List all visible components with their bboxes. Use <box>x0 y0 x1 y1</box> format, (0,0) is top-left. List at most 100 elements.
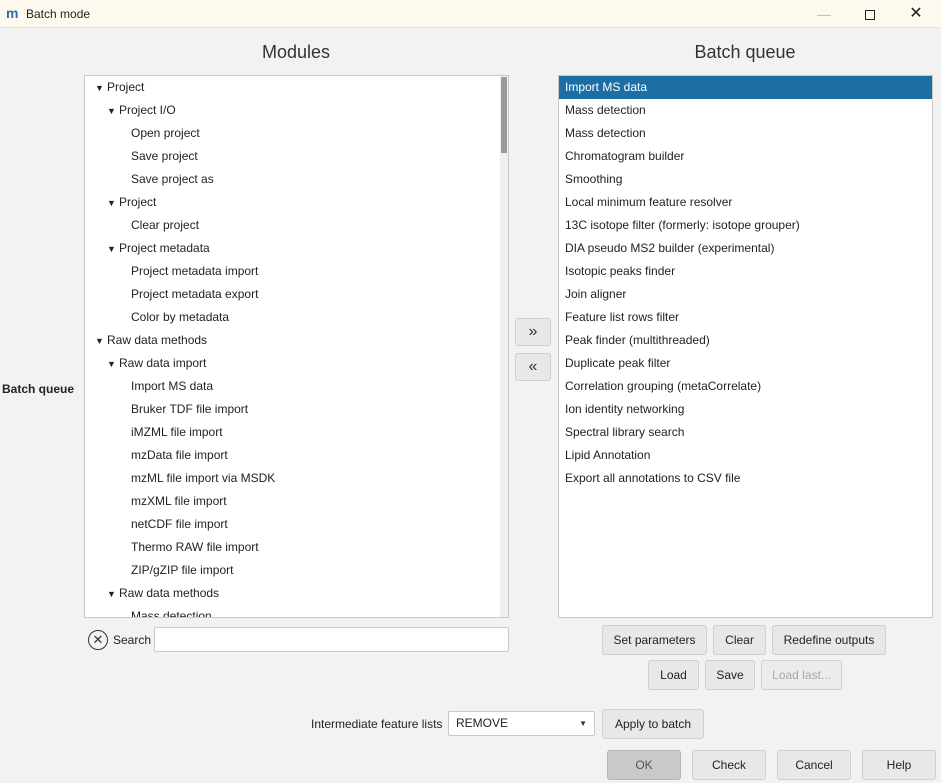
clear-search-icon[interactable]: ✕ <box>88 630 108 650</box>
queue-item[interactable]: Export all annotations to CSV file <box>559 467 932 490</box>
tree-item-label: Project <box>119 195 157 209</box>
queue-item[interactable]: Import MS data <box>559 76 932 99</box>
tree-item[interactable]: ▼ Project I/O <box>107 99 176 122</box>
expand-arrow-icon[interactable]: ▼ <box>95 330 107 353</box>
queue-item[interactable]: Peak finder (multithreaded) <box>559 329 932 352</box>
queue-item[interactable]: Duplicate peak filter <box>559 352 932 375</box>
minimize-button[interactable]: — <box>801 0 847 28</box>
redefine-outputs-button[interactable]: Redefine outputs <box>772 625 886 655</box>
modules-title: Modules <box>261 42 331 62</box>
modules-tree[interactable]: ▼ Project ▼ Project I/O Open project Save pro… <box>84 75 509 618</box>
tree-item-label: Project metadata export <box>131 287 259 301</box>
search-input[interactable] <box>154 627 509 652</box>
save-button[interactable]: Save <box>705 660 755 690</box>
tree-item-label: Raw data import <box>119 356 207 370</box>
queue-item[interactable]: DIA pseudo MS2 builder (experimental) <box>559 237 932 260</box>
load-last-button[interactable]: Load last... <box>761 660 842 690</box>
maximize-icon <box>865 10 875 21</box>
tree-item[interactable]: mzXML file import <box>131 490 227 513</box>
tree-item[interactable]: mzData file import <box>131 444 228 467</box>
tree-item[interactable]: Bruker TDF file import <box>131 398 248 421</box>
tree-item[interactable]: Save project <box>131 145 198 168</box>
queue-item[interactable]: 13C isotope filter (formerly: isotope gr… <box>559 214 932 237</box>
tree-item-label: mzML file import via MSDK <box>131 471 276 485</box>
tree-item[interactable]: ▼ Raw data import <box>107 352 206 375</box>
expand-arrow-icon[interactable]: ▼ <box>107 353 119 376</box>
intermediate-select-value: REMOVE <box>456 716 509 730</box>
batch-queue-list[interactable]: Import MS data Mass detection Mass detecti… <box>558 75 933 618</box>
tree-item-label: Save project <box>131 149 198 163</box>
tree-item-label: Project <box>107 80 145 94</box>
tree-item[interactable]: ▼ Raw data methods <box>107 582 219 605</box>
tree-item[interactable]: Project metadata export <box>131 283 258 306</box>
set-parameters-button[interactable]: Set parameters <box>602 625 707 655</box>
tree-item-label: Open project <box>131 126 200 140</box>
queue-item[interactable]: Local minimum feature resolver <box>559 191 932 214</box>
tree-item[interactable]: Thermo RAW file import <box>131 536 259 559</box>
queue-item[interactable]: Feature list rows filter <box>559 306 932 329</box>
tree-item[interactable]: ▼ Project metadata <box>107 237 210 260</box>
expand-arrow-icon[interactable]: ▼ <box>107 583 119 606</box>
tree-item[interactable]: Open project <box>131 122 200 145</box>
load-button[interactable]: Load <box>648 660 699 690</box>
ok-button[interactable]: OK <box>607 750 681 780</box>
tree-item[interactable]: Color by metadata <box>131 306 229 329</box>
clear-button[interactable]: Clear <box>713 625 766 655</box>
close-button[interactable]: ✕ <box>893 0 939 28</box>
tree-item-label: Bruker TDF file import <box>131 402 249 416</box>
tree-item[interactable]: ▼ Project <box>95 76 144 99</box>
tree-item-label: Project metadata import <box>131 264 259 278</box>
app-logo-icon: m <box>6 5 18 21</box>
tree-item-label: Color by metadata <box>131 310 230 324</box>
tree-item[interactable]: ▼ Raw data methods <box>95 329 207 352</box>
queue-item[interactable]: Chromatogram builder <box>559 145 932 168</box>
tree-item[interactable]: ZIP/gZIP file import <box>131 559 233 582</box>
dialog-button-bar: OK Check Cancel Help <box>0 745 941 783</box>
apply-to-batch-button[interactable]: Apply to batch <box>602 709 704 739</box>
intermediate-feature-lists-select[interactable]: REMOVE ▼ <box>448 711 595 736</box>
remove-from-queue-button[interactable]: « <box>515 353 551 381</box>
queue-item[interactable]: Lipid Annotation <box>559 444 932 467</box>
queue-item[interactable]: Join aligner <box>559 283 932 306</box>
tree-item[interactable]: Clear project <box>131 214 199 237</box>
tree-item-label: ZIP/gZIP file import <box>131 563 234 577</box>
batch-queue-side-label: Batch queue <box>2 382 75 396</box>
queue-item[interactable]: Mass detection <box>559 122 932 145</box>
expand-arrow-icon[interactable]: ▼ <box>107 100 119 123</box>
tree-scrollbar[interactable] <box>500 76 508 617</box>
queue-item[interactable]: Isotopic peaks finder <box>559 260 932 283</box>
tree-item-label: Raw data methods <box>107 333 208 347</box>
tree-item[interactable]: Project metadata import <box>131 260 258 283</box>
queue-item[interactable]: Correlation grouping (metaCorrelate) <box>559 375 932 398</box>
expand-arrow-icon[interactable]: ▼ <box>95 77 107 100</box>
tree-item[interactable]: ▼ Project <box>107 191 156 214</box>
tree-item-label: Save project as <box>131 172 214 186</box>
tree-scroll-thumb[interactable] <box>501 77 507 153</box>
expand-arrow-icon[interactable]: ▼ <box>107 192 119 215</box>
tree-item-label: Project metadata <box>119 241 210 255</box>
tree-item[interactable]: Mass detection <box>131 605 212 618</box>
queue-item[interactable]: Spectral library search <box>559 421 932 444</box>
expand-arrow-icon[interactable]: ▼ <box>107 238 119 261</box>
chevron-down-icon: ▼ <box>579 719 587 728</box>
tree-item[interactable]: netCDF file import <box>131 513 228 536</box>
tree-item-label: mzData file import <box>131 448 228 462</box>
tree-item-label: Mass detection <box>131 609 212 618</box>
check-button[interactable]: Check <box>692 750 766 780</box>
tree-item[interactable]: mzML file import via MSDK <box>131 467 275 490</box>
tree-item-label: Thermo RAW file import <box>131 540 259 554</box>
queue-item[interactable]: Ion identity networking <box>559 398 932 421</box>
tree-item-label: iMZML file import <box>131 425 223 439</box>
tree-item[interactable]: iMZML file import <box>131 421 223 444</box>
intermediate-feature-lists-label: Intermediate feature lists <box>311 717 443 731</box>
add-to-queue-button[interactable]: » <box>515 318 551 346</box>
queue-item[interactable]: Mass detection <box>559 99 932 122</box>
tree-item[interactable]: Save project as <box>131 168 214 191</box>
title-bar: m Batch mode — ✕ <box>0 0 941 28</box>
tree-item[interactable]: Import MS data <box>131 375 213 398</box>
maximize-button[interactable] <box>847 0 893 28</box>
cancel-button[interactable]: Cancel <box>777 750 851 780</box>
help-button[interactable]: Help <box>862 750 936 780</box>
tree-item-label: Clear project <box>131 218 200 232</box>
queue-item[interactable]: Smoothing <box>559 168 932 191</box>
